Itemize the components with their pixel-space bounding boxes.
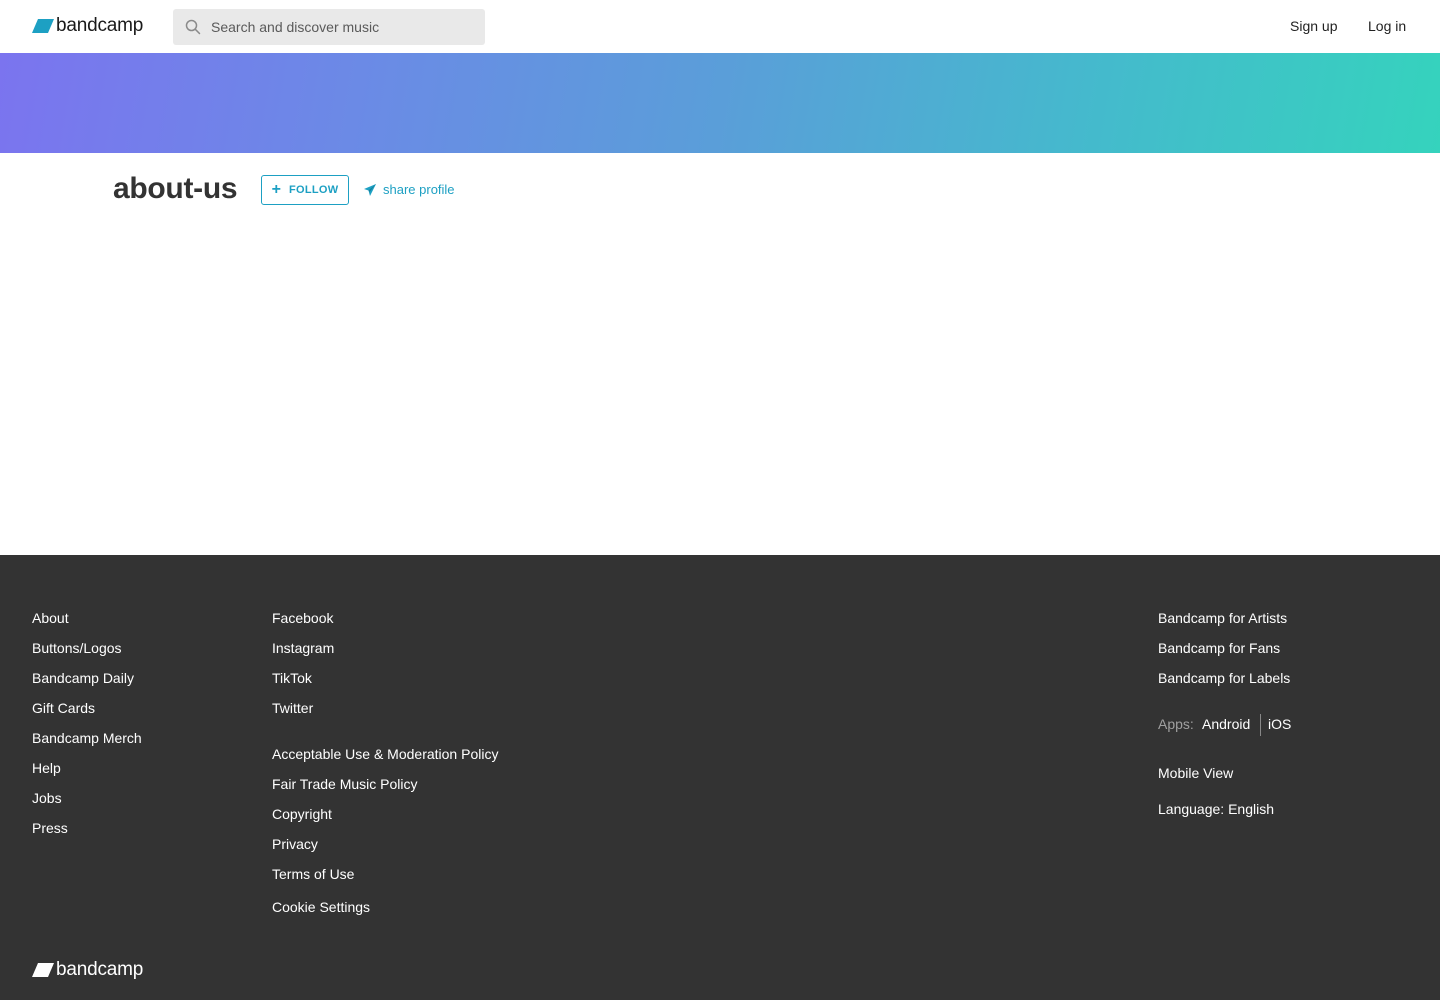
footer-link-buttons-logos[interactable]: Buttons/Logos — [32, 639, 122, 657]
footer-bandcamp-logo[interactable]: bandcamp — [32, 958, 143, 982]
cookie-settings-button[interactable]: Cookie Settings — [272, 898, 370, 916]
footer-bandcamp-wordmark: bandcamp — [56, 959, 144, 980]
footer-link-for-labels[interactable]: Bandcamp for Labels — [1158, 669, 1290, 687]
share-profile-link[interactable]: share profile — [364, 182, 455, 197]
share-profile-label: share profile — [383, 182, 455, 197]
search-input[interactable] — [211, 9, 479, 45]
footer-link-jobs[interactable]: Jobs — [32, 789, 62, 807]
bandcamp-logo-icon — [32, 963, 54, 977]
footer-link-twitter[interactable]: Twitter — [272, 699, 313, 717]
footer-link-for-fans[interactable]: Bandcamp for Fans — [1158, 639, 1280, 657]
plus-icon: + — [271, 181, 281, 198]
log-in-link[interactable]: Log in — [1368, 18, 1406, 34]
footer-link-for-artists[interactable]: Bandcamp for Artists — [1158, 609, 1287, 627]
footer-link-ios[interactable]: iOS — [1268, 715, 1291, 733]
paper-plane-icon — [364, 183, 376, 196]
footer-link-privacy[interactable]: Privacy — [272, 835, 318, 853]
footer-link-press[interactable]: Press — [32, 819, 68, 837]
footer-link-tiktok[interactable]: TikTok — [272, 669, 312, 687]
footer-link-android[interactable]: Android — [1202, 715, 1250, 733]
footer-link-gift-cards[interactable]: Gift Cards — [32, 699, 95, 717]
footer-link-instagram[interactable]: Instagram — [272, 639, 334, 657]
footer-link-copyright[interactable]: Copyright — [272, 805, 332, 823]
footer-link-terms-of-use[interactable]: Terms of Use — [272, 865, 354, 883]
sign-up-link[interactable]: Sign up — [1290, 18, 1337, 34]
follow-button[interactable]: + FOLLOW — [261, 175, 349, 205]
follow-button-label: FOLLOW — [288, 184, 339, 196]
footer-link-help[interactable]: Help — [32, 759, 61, 777]
footer-link-fair-trade[interactable]: Fair Trade Music Policy — [272, 775, 417, 793]
footer-link-bandcamp-merch[interactable]: Bandcamp Merch — [32, 729, 142, 747]
footer-link-acceptable-use[interactable]: Acceptable Use & Moderation Policy — [272, 745, 498, 763]
footer-link-facebook[interactable]: Facebook — [272, 609, 333, 627]
profile-banner — [0, 53, 1440, 153]
bandcamp-wordmark: bandcamp — [56, 15, 144, 36]
language-selector[interactable]: Language: English — [1158, 800, 1274, 818]
footer-link-bandcamp-daily[interactable]: Bandcamp Daily — [32, 669, 134, 687]
profile-name: about-us — [113, 172, 238, 205]
search-icon — [185, 19, 201, 35]
bandcamp-logo[interactable]: bandcamp — [32, 14, 143, 38]
top-navigation-bar: bandcamp Sign up Log in — [0, 0, 1440, 53]
apps-divider — [1260, 714, 1261, 736]
footer-link-mobile-view[interactable]: Mobile View — [1158, 764, 1233, 782]
footer-link-about[interactable]: About — [32, 609, 69, 627]
search-box[interactable] — [173, 9, 485, 45]
apps-label: Apps: — [1158, 716, 1194, 732]
bandcamp-logo-icon — [32, 19, 54, 33]
